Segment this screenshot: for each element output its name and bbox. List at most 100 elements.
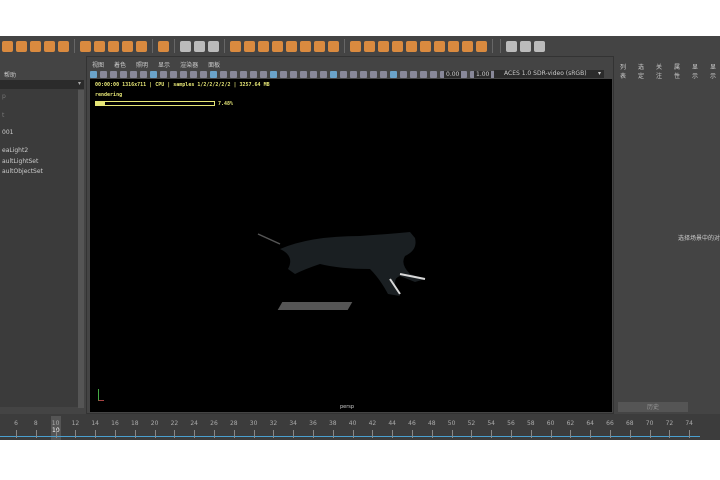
viewport-tool-icon[interactable] <box>250 71 257 78</box>
shelf-tool-icon[interactable] <box>314 40 325 52</box>
outliner-filter-dropdown[interactable]: ▾ <box>0 80 84 89</box>
menu-view[interactable]: 视图 <box>92 60 104 69</box>
frame-tick-label: 46 <box>408 420 416 427</box>
shelf-tool-icon[interactable] <box>158 40 169 52</box>
shelf-tool-icon[interactable] <box>180 40 191 52</box>
shelf-tool-icon[interactable] <box>16 40 27 52</box>
shelf-tool-icon[interactable] <box>406 40 417 52</box>
menu-lighting[interactable]: 照明 <box>136 60 148 69</box>
viewport-tool-icon[interactable] <box>130 71 137 78</box>
frame-tick <box>392 430 394 438</box>
tab-attributes[interactable]: 属性 <box>674 62 684 80</box>
shelf-tool-icon[interactable] <box>350 40 361 52</box>
shelf-tool-icon[interactable] <box>300 40 311 52</box>
shelf-tool-icon[interactable] <box>136 40 147 52</box>
shelf-tool-icon[interactable] <box>286 40 297 52</box>
shelf-tool-icon[interactable] <box>392 40 403 52</box>
viewport-tool-icon[interactable] <box>350 71 357 78</box>
viewport-tool-icon[interactable] <box>140 71 147 78</box>
right-panel-tabs: 列表 选定 关注 属性 显示 显示 <box>620 62 720 80</box>
shelf-tool-icon[interactable] <box>462 40 473 52</box>
tab-history[interactable]: 历史 <box>618 402 688 412</box>
shelf-tool-icon[interactable] <box>30 40 41 52</box>
gamma-field[interactable]: 1.00 <box>474 71 492 78</box>
viewport-tool-icon[interactable] <box>330 71 337 78</box>
help-menu[interactable]: 帮助 <box>4 70 16 79</box>
viewport-tool-icon[interactable] <box>320 71 327 78</box>
list-item[interactable]: t <box>2 112 4 119</box>
shelf-tool-icon[interactable] <box>2 40 13 52</box>
shelf-tool-icon[interactable] <box>476 40 487 52</box>
shelf-tool-icon[interactable] <box>420 40 431 52</box>
list-item[interactable]: eaLight2 <box>2 147 28 154</box>
tab-display[interactable]: 显示 <box>692 62 702 80</box>
shelf-tool-icon[interactable] <box>364 40 375 52</box>
viewport-tool-icon[interactable] <box>260 71 267 78</box>
viewport-tool-icon[interactable] <box>230 71 237 78</box>
shelf-tool-icon[interactable] <box>520 40 531 52</box>
viewport-tool-icon[interactable] <box>170 71 177 78</box>
list-item[interactable]: aultObjectSet <box>2 168 43 175</box>
tab-selected[interactable]: 选定 <box>638 62 648 80</box>
viewport-tool-icon[interactable] <box>410 71 417 78</box>
viewport-tool-icon[interactable] <box>300 71 307 78</box>
shelf-tool-icon[interactable] <box>244 40 255 52</box>
viewport-tool-icon[interactable] <box>430 71 437 78</box>
shelf-tool-icon[interactable] <box>272 40 283 52</box>
viewport-tool-icon[interactable] <box>200 71 207 78</box>
shelf-tool-icon[interactable] <box>108 40 119 52</box>
menu-show[interactable]: 显示 <box>158 60 170 69</box>
viewport-tool-icon[interactable] <box>390 71 397 78</box>
exposure-field[interactable]: 0.00 <box>444 71 462 78</box>
viewport-tool-icon[interactable] <box>210 71 217 78</box>
viewport-tool-icon[interactable] <box>290 71 297 78</box>
list-item[interactable]: 001 <box>2 129 13 136</box>
menu-panels[interactable]: 面板 <box>208 60 220 69</box>
viewport-tool-icon[interactable] <box>240 71 247 78</box>
viewport-tool-icon[interactable] <box>400 71 407 78</box>
viewport-tool-icon[interactable] <box>90 71 97 78</box>
shelf-tool-icon[interactable] <box>94 40 105 52</box>
shelf-tool-icon[interactable] <box>80 40 91 52</box>
shelf-tool-icon[interactable] <box>506 40 517 52</box>
shelf-tool-icon[interactable] <box>434 40 445 52</box>
viewport-tool-icon[interactable] <box>310 71 317 78</box>
viewport-tool-icon[interactable] <box>270 71 277 78</box>
viewport-tool-icon[interactable] <box>150 71 157 78</box>
viewport-tool-icon[interactable] <box>190 71 197 78</box>
shelf-tool-icon[interactable] <box>122 40 133 52</box>
tab-display-2[interactable]: 显示 <box>710 62 720 80</box>
render-viewport[interactable]: 00:00:00 1316x711 | CPU | samples 1/2/2/… <box>90 79 612 412</box>
list-item[interactable]: aultLightSet <box>2 158 38 165</box>
viewport-tool-icon[interactable] <box>340 71 347 78</box>
shelf-tool-icon[interactable] <box>258 40 269 52</box>
viewport-tool-icon[interactable] <box>100 71 107 78</box>
viewport-tool-icon[interactable] <box>280 71 287 78</box>
viewport-tool-icon[interactable] <box>160 71 167 78</box>
viewport-tool-icon[interactable] <box>220 71 227 78</box>
shelf-tool-icon[interactable] <box>58 40 69 52</box>
shelf-tool-icon[interactable] <box>448 40 459 52</box>
color-space-dropdown[interactable]: ACES 1.0 SDR-video (sRGB) ▾ <box>494 70 604 78</box>
tab-focus[interactable]: 关注 <box>656 62 666 80</box>
menu-shading[interactable]: 着色 <box>114 60 126 69</box>
shelf-tool-icon[interactable] <box>44 40 55 52</box>
viewport-tool-icon[interactable] <box>370 71 377 78</box>
viewport-tool-icon[interactable] <box>360 71 367 78</box>
list-item[interactable]: p <box>2 93 6 100</box>
viewport-tool-icon[interactable] <box>110 71 117 78</box>
shelf-tool-icon[interactable] <box>194 40 205 52</box>
shelf-tool-icon[interactable] <box>230 40 241 52</box>
time-slider[interactable]: 10 6810121416182022242628303234363840424… <box>0 414 720 440</box>
viewport-tool-icon[interactable] <box>420 71 427 78</box>
outliner-scrollbar[interactable] <box>78 90 84 408</box>
shelf-tool-icon[interactable] <box>328 40 339 52</box>
shelf-tool-icon[interactable] <box>208 40 219 52</box>
viewport-tool-icon[interactable] <box>180 71 187 78</box>
viewport-tool-icon[interactable] <box>380 71 387 78</box>
tab-list[interactable]: 列表 <box>620 62 630 80</box>
shelf-tool-icon[interactable] <box>534 40 545 52</box>
viewport-tool-icon[interactable] <box>120 71 127 78</box>
shelf-tool-icon[interactable] <box>378 40 389 52</box>
menu-renderer[interactable]: 渲染器 <box>180 60 198 69</box>
